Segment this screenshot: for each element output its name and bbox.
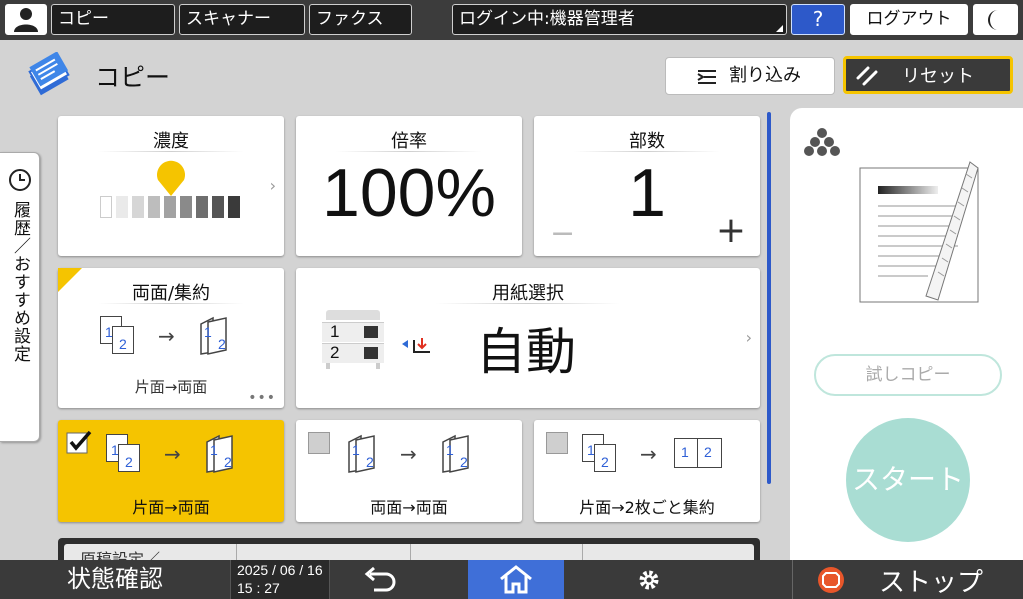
chevron-right-icon: › xyxy=(745,328,752,347)
login-status-text: ログイン中:機器管理者 xyxy=(459,9,635,29)
date-text: 2025 / 06 / 16 xyxy=(237,562,323,578)
original-settings-label: 原稿設定／ xyxy=(80,550,161,560)
settings-gear-icon[interactable] xyxy=(637,568,661,592)
checkbox-checked-icon[interactable] xyxy=(66,430,92,454)
density-card[interactable]: 濃度 › xyxy=(58,116,284,256)
logout-button[interactable]: ログアウト xyxy=(850,4,968,35)
interrupt-button[interactable]: 割り込み xyxy=(665,57,835,95)
reset-icon xyxy=(856,66,878,86)
user-icon xyxy=(14,8,38,32)
copy-app-icon xyxy=(28,52,70,96)
preset-duplex-to-duplex[interactable]: 1 2 → 1 2 両面→両面 xyxy=(296,420,522,522)
preset-icon: 1 2 → 1 2 xyxy=(582,434,732,482)
back-icon[interactable] xyxy=(360,566,400,594)
stop-button[interactable]: ストップ xyxy=(792,560,1023,599)
stop-icon xyxy=(818,567,844,593)
preset-label: 片面→両面 xyxy=(132,498,210,517)
preset-label: 片面→2枚ごと集約 xyxy=(579,498,715,517)
sample-copy-button[interactable]: 試しコピー xyxy=(814,354,1002,396)
fax-app-button[interactable]: ファクス xyxy=(309,4,412,35)
preset-icon: 1 2 → 1 2 xyxy=(106,434,246,482)
moon-icon xyxy=(988,10,998,30)
reset-button[interactable]: リセット xyxy=(843,56,1013,94)
duplex-preview-icon xyxy=(859,161,979,303)
status-check-button[interactable]: 状態確認 xyxy=(0,560,230,599)
preset-single-to-2up[interactable]: 1 2 → 1 2 片面→2枚ごと集約 xyxy=(534,420,760,522)
ratio-title: 倍率 xyxy=(391,131,427,152)
interrupt-label: 割り込み xyxy=(729,65,801,86)
bottom-bar: 状態確認 2025 / 06 / 16 15 : 27 ストップ xyxy=(0,560,1023,599)
login-status-button[interactable]: ログイン中:機器管理者 xyxy=(452,4,787,35)
density-scale xyxy=(100,196,242,218)
home-button[interactable] xyxy=(468,560,564,599)
paper-tray-icon: 1 2 xyxy=(322,310,386,370)
copy-main-area: コピー 割り込み リセット 履歴／おすすめ設定 濃度 › 倍率 100% 部数 … xyxy=(0,40,1023,560)
page-title: コピー xyxy=(95,63,171,92)
datetime-display: 2025 / 06 / 16 15 : 27 xyxy=(230,560,330,599)
more-options-icon: ••• xyxy=(248,390,276,406)
time-text: 15 : 27 xyxy=(237,580,280,596)
user-button[interactable] xyxy=(5,4,47,35)
title-divider xyxy=(436,303,620,304)
chevron-right-icon: › xyxy=(269,176,276,195)
preset-icon: 1 2 → 1 2 xyxy=(346,434,486,482)
title-divider xyxy=(574,151,720,152)
title-divider xyxy=(336,151,482,152)
paper-value: 自動 xyxy=(476,323,576,381)
home-icon xyxy=(500,565,532,594)
interrupt-icon xyxy=(697,70,716,84)
title-divider xyxy=(98,303,244,304)
paper-title: 用紙選択 xyxy=(492,283,564,304)
preview-panel: 試しコピー スタート xyxy=(790,108,1023,560)
checkbox-unchecked[interactable] xyxy=(546,432,568,454)
duplex-combine-card[interactable]: 両面/集約 1 2 → 1 2 片面→両面 ••• xyxy=(58,268,284,408)
scanner-app-button[interactable]: スキャナー xyxy=(179,4,305,35)
corner-indicator-icon xyxy=(776,25,783,32)
paper-select-card[interactable]: 用紙選択 1 2 自動 › xyxy=(296,268,760,408)
preset-label: 両面→両面 xyxy=(370,498,448,517)
checkbox-unchecked[interactable] xyxy=(308,432,330,454)
copies-title: 部数 xyxy=(629,131,665,152)
density-marker-icon xyxy=(157,160,185,196)
clock-icon xyxy=(9,169,31,191)
dark-mode-button[interactable] xyxy=(973,4,1018,35)
history-tab-label: 履歴／おすすめ設定 xyxy=(10,201,30,363)
start-button[interactable]: スタート xyxy=(846,418,970,542)
top-bar: コピー スキャナー ファクス ログイン中:機器管理者 ? ログアウト xyxy=(0,0,1023,40)
ratio-value: 100% xyxy=(322,155,496,231)
copy-app-button[interactable]: コピー xyxy=(51,4,175,35)
copies-card[interactable]: 部数 1 − + xyxy=(534,116,760,256)
ratio-card[interactable]: 倍率 100% xyxy=(296,116,522,256)
duplex-icon: 1 2 → 1 2 xyxy=(100,316,240,364)
stop-label: ストップ xyxy=(879,568,984,598)
history-recommend-tab[interactable]: 履歴／おすすめ設定 xyxy=(0,152,40,442)
scrollbar[interactable] xyxy=(767,112,771,484)
toner-icon xyxy=(804,128,840,156)
preset-single-to-duplex[interactable]: 1 2 → 1 2 片面→両面 xyxy=(58,420,284,522)
reset-label: リセット xyxy=(902,66,974,87)
original-settings-tab[interactable]: 原稿設定／ xyxy=(58,538,760,560)
duplex-title: 両面/集約 xyxy=(131,283,211,304)
title-divider xyxy=(98,151,244,152)
density-title: 濃度 xyxy=(153,131,189,152)
help-button[interactable]: ? xyxy=(791,4,845,35)
increase-button[interactable]: + xyxy=(716,210,746,251)
decrease-button[interactable]: − xyxy=(550,216,575,251)
